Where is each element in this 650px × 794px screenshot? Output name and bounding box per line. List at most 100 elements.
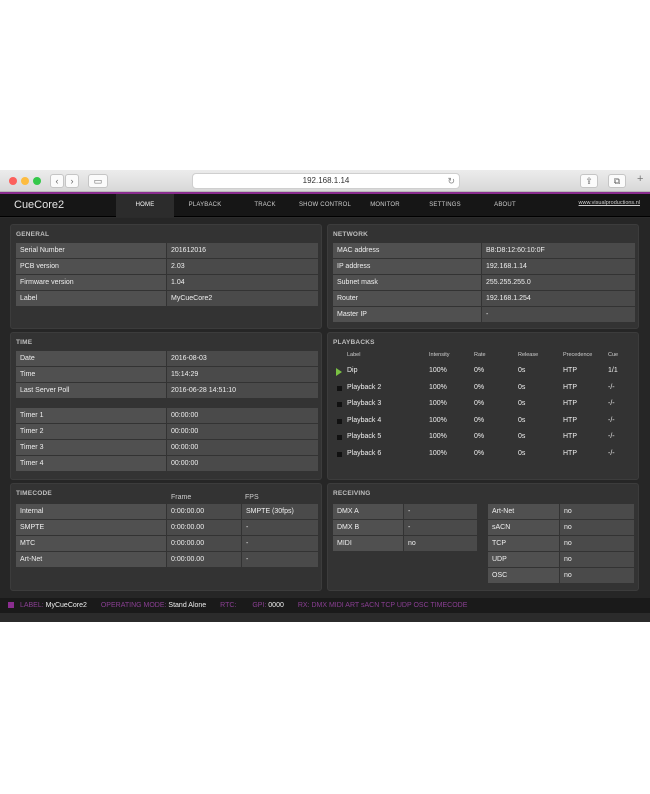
row-label: OSC [488, 568, 559, 583]
table-row: UDP no [488, 552, 634, 567]
row-label: Last Server Poll [16, 383, 166, 398]
playback-cue: -/- [608, 449, 615, 457]
playback-label: Playback 6 [347, 449, 382, 457]
table-row: SMPTE 0:00:00.00- [16, 520, 318, 535]
fps-header: FPS [245, 494, 259, 501]
row-label: TCP [488, 536, 559, 551]
col-cue-header: Cue [608, 352, 619, 358]
network-panel: NETWORK MAC address B8:D8:12:60:10:0F IP … [327, 224, 639, 329]
url-bar[interactable]: 192.168.1.14 ↻ [192, 173, 460, 189]
playback-precedence: HTP [563, 416, 577, 424]
playback-intensity: 100% [429, 416, 447, 424]
playback-release: 0s [518, 383, 526, 391]
table-row: DMX A- [333, 504, 477, 519]
row-value: no [560, 520, 634, 535]
reload-icon[interactable]: ↻ [447, 174, 455, 188]
top-navigation: CueCore2 HOME PLAYBACK TRACK SHOW CONTRO… [0, 194, 650, 217]
minimize-window-button[interactable] [21, 177, 29, 185]
tab-show-control[interactable]: SHOW CONTROL [296, 194, 354, 217]
playback-rate: 0% [474, 449, 485, 457]
table-row: MAC address B8:D8:12:60:10:0F [333, 243, 635, 258]
row-value: 201612016 [167, 243, 318, 258]
table-row: Art-Net no [488, 504, 634, 519]
table-row: Timer 3 00:00:00 [16, 440, 318, 455]
playback-intensity: 100% [429, 367, 447, 374]
tabs-icon[interactable]: ⧉ [608, 174, 626, 188]
playback-rate: 0% [474, 416, 485, 424]
playback-cue: -/- [608, 400, 615, 407]
row-label: Serial Number [16, 243, 166, 258]
website-link[interactable]: www.visualproductions.nl [579, 200, 640, 206]
table-row: Firmware version 1.04 [16, 275, 318, 290]
tab-about[interactable]: ABOUT [476, 194, 534, 217]
playbacks-title: PLAYBACKS [333, 339, 375, 346]
tab-settings[interactable]: SETTINGS [416, 194, 474, 217]
time-panel: TIME Date 2016-08-03 Time 15:14:29 Last Se… [10, 332, 322, 480]
tab-playback[interactable]: PLAYBACK [176, 194, 234, 217]
status-bar: LABEL: MyCueCore2 OPERATING MODE: Stand … [0, 598, 650, 613]
stop-icon[interactable] [337, 385, 342, 391]
status-rtc-key: RTC: [220, 602, 237, 609]
general-table: Serial Number 201612016 PCB version 2.03 F… [15, 242, 319, 307]
status-label-key: LABEL: [19, 602, 44, 609]
row-label: Time [16, 367, 166, 382]
playback-label: Playback 5 [347, 433, 382, 440]
col-intensity-header: Intensity [429, 352, 450, 358]
playback-rate: 0% [474, 433, 485, 440]
row-value: 192.168.1.14 [482, 259, 635, 274]
row-label: Subnet mask [333, 275, 481, 290]
row-value: 00:00:00 [167, 440, 318, 455]
table-row: Last Server Poll 2016-06-28 14:51:10 [16, 383, 318, 398]
playback-release: 0s [518, 400, 526, 407]
status-gpi-value: 0000 [268, 602, 284, 609]
table-row: MTC 0:00:00.00- [16, 536, 318, 551]
zoom-window-button[interactable] [33, 177, 41, 185]
play-icon[interactable] [336, 368, 342, 376]
tab-home[interactable]: HOME [116, 194, 174, 217]
table-row: Internal 0:00:00.00 SMPTE (30fps) [16, 504, 318, 519]
playback-release: 0s [518, 449, 526, 457]
playback-intensity: 100% [429, 433, 447, 440]
share-icon[interactable]: ⇪ [580, 174, 598, 188]
table-row: Master IP - [333, 307, 635, 322]
new-tab-icon[interactable]: + [637, 173, 643, 185]
table-row: OSC no [488, 568, 634, 583]
close-window-button[interactable] [9, 177, 17, 185]
stop-icon[interactable] [337, 451, 342, 457]
browser-window: ‹ › ▭ 192.168.1.14 ↻ ⇪ ⧉ + CueCore2 HOME… [0, 170, 650, 622]
network-title: NETWORK [333, 231, 368, 238]
playback-cue: -/- [608, 416, 615, 424]
tab-track[interactable]: TRACK [236, 194, 294, 217]
stop-icon[interactable] [337, 402, 342, 407]
table-row: MIDI no [333, 536, 477, 551]
stop-icon[interactable] [337, 418, 342, 424]
tab-monitor[interactable]: MONITOR [356, 194, 414, 217]
playback-rate: 0% [474, 367, 485, 374]
row-value: MyCueCore2 [167, 291, 318, 306]
playback-release: 0s [518, 433, 526, 440]
row-fps: - [242, 552, 318, 567]
back-icon[interactable]: ‹ [50, 174, 64, 188]
playback-precedence: HTP [563, 383, 577, 391]
table-row: TCP no [488, 536, 634, 551]
row-value: - [404, 520, 477, 535]
row-value: 192.168.1.254 [482, 291, 635, 306]
playback-label: Playback 4 [347, 416, 382, 424]
row-label: UDP [488, 552, 559, 567]
status-rx-value: DMX MIDI ART sACN TCP UDP OSC TIMECODE [311, 602, 468, 609]
row-label: Label [16, 291, 166, 306]
row-label: Art-Net [488, 504, 559, 519]
stop-icon[interactable] [337, 435, 342, 440]
time-title: TIME [16, 339, 33, 346]
status-indicator-icon [8, 602, 14, 609]
row-label: Date [16, 351, 166, 366]
row-label: sACN [488, 520, 559, 535]
col-rate-header: Rate [474, 352, 486, 358]
table-row: Subnet mask 255.255.255.0 [333, 275, 635, 290]
playback-precedence: HTP [563, 367, 577, 374]
playback-intensity: 100% [429, 400, 447, 407]
row-value: 2016-08-03 [167, 351, 318, 366]
sidebar-icon[interactable]: ▭ [88, 174, 108, 188]
table-row: Label MyCueCore2 [16, 291, 318, 306]
forward-icon[interactable]: › [65, 174, 79, 188]
